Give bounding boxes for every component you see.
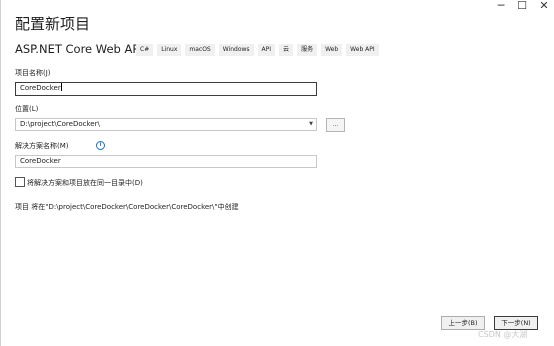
text-caret: [60, 83, 62, 91]
location-value: D:\project\CoreDocker\: [20, 120, 100, 128]
project-path-info: 项目 将在"D:\project\CoreDocker\CoreDocker\C…: [15, 203, 239, 211]
project-name-input[interactable]: CoreDocker: [15, 82, 317, 96]
tag-web-api: Web API: [346, 44, 379, 56]
tag-macos: macOS: [185, 44, 215, 56]
tag-cloud: 云: [279, 44, 294, 56]
back-button[interactable]: 上一步(B): [441, 316, 485, 330]
info-icon[interactable]: i: [96, 141, 105, 150]
solution-name-value: CoreDocker: [20, 157, 61, 165]
template-name: ASP.NET Core Web API: [15, 42, 143, 56]
same-directory-checkbox[interactable]: [15, 177, 25, 187]
tag-service: 服务: [297, 44, 318, 56]
same-directory-label[interactable]: 将解决方案和项目放在同一目录中(D): [27, 178, 143, 188]
location-select[interactable]: D:\project\CoreDocker\ ▼: [15, 118, 317, 131]
close-button[interactable]: ✕: [531, 0, 554, 12]
next-button[interactable]: 下一步(N): [494, 316, 538, 330]
chevron-down-icon: ▼: [309, 121, 313, 127]
page-title: 配置新项目: [15, 15, 91, 33]
project-name-label: 项目名称(J): [15, 69, 51, 77]
tag-web: Web: [321, 44, 343, 56]
browse-location-button[interactable]: ...: [326, 118, 345, 132]
tag-windows: Windows: [218, 44, 254, 56]
tag-csharp: C#: [136, 44, 154, 56]
project-name-value: CoreDocker: [20, 84, 61, 92]
location-label: 位置(L): [15, 105, 39, 113]
template-tags: C# Linux macOS Windows API 云 服务 Web Web …: [136, 44, 379, 56]
watermark: CSDN @大湖: [478, 330, 528, 339]
solution-name-input[interactable]: CoreDocker: [15, 155, 317, 168]
tag-linux: Linux: [157, 44, 182, 56]
tag-api: API: [257, 44, 276, 56]
solution-name-label: 解决方案名称(M): [15, 142, 69, 150]
window-left-border: [0, 0, 1, 346]
